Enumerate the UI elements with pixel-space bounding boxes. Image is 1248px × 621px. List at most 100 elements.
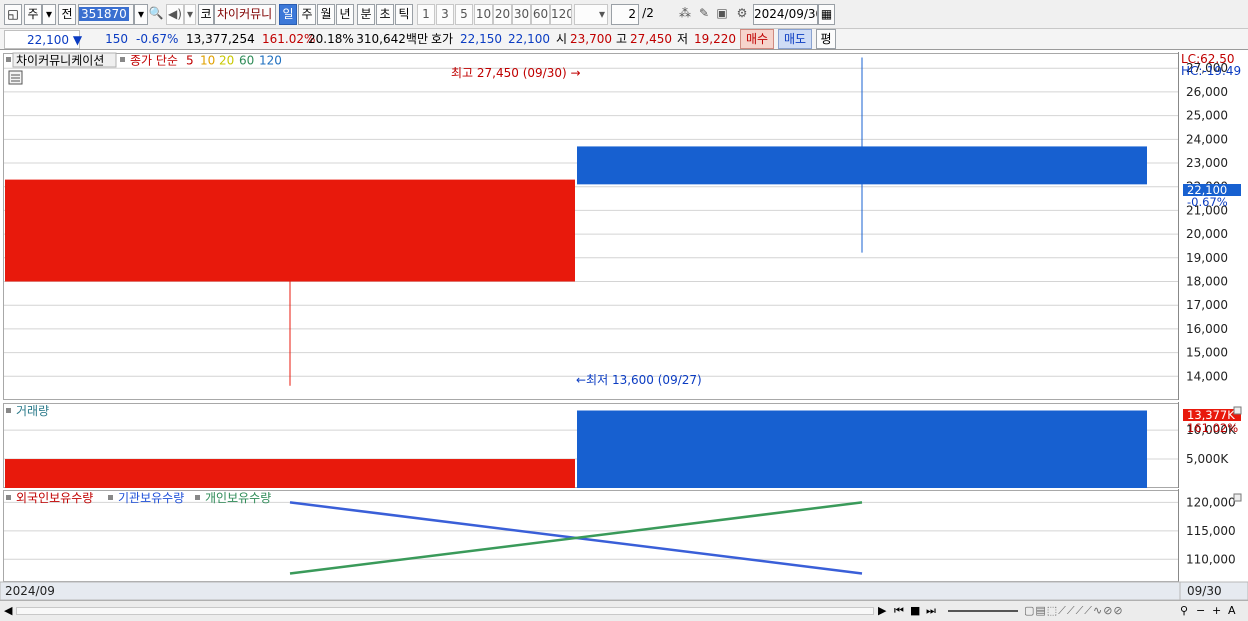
min-tab-3-label: 3	[441, 7, 449, 21]
code-dropdown-icon[interactable]: ▾	[134, 4, 148, 25]
kospi-badge: 코	[198, 4, 214, 25]
tab-second-label: 초	[379, 7, 391, 21]
change-value: 150	[105, 32, 128, 46]
min-tab-20[interactable]: 20	[493, 4, 512, 25]
scroll-left-icon[interactable]: ◀	[4, 603, 16, 619]
min-tab-120-label: 120	[551, 7, 572, 21]
min-tab-10[interactable]: 10	[474, 4, 493, 25]
kospi-label: 코	[200, 7, 212, 21]
ma-period-10[interactable]: 10	[200, 54, 215, 68]
candle-body	[5, 179, 575, 282]
gear-icon[interactable]: ⚙	[733, 4, 751, 25]
sell-button[interactable]: 매도	[778, 29, 812, 49]
tab-tick-label: 틱	[398, 7, 410, 21]
draw-tool-icon[interactable]: ✎	[695, 4, 713, 25]
drawing-tools-icon[interactable]: ▢▤⬚⟋⟋⟋⟋∿⊘⊘	[1024, 603, 1174, 619]
min-tab-20-label: 20	[494, 7, 511, 21]
save-icon[interactable]: ▣	[714, 4, 730, 25]
ma-label: 종가 단순	[130, 54, 178, 68]
scroll-right-icon[interactable]: ▶	[878, 603, 890, 619]
legend-institution[interactable]: 기관보유수량	[118, 491, 184, 505]
ma-period-120[interactable]: 120	[259, 54, 282, 68]
tab-second[interactable]: 초	[376, 4, 394, 25]
code-input[interactable]: 351870	[78, 4, 134, 25]
min-tab-120[interactable]: 120	[550, 4, 572, 25]
tab-year-label: 년	[339, 7, 351, 21]
trade-amount: 310,642백만	[356, 32, 428, 46]
layout-icon[interactable]: ◱	[4, 4, 22, 25]
legend-bullet-foreign-icon	[6, 495, 11, 500]
buy-button[interactable]: 매수	[740, 29, 774, 49]
sound-dropdown-icon[interactable]: ▾	[184, 4, 196, 25]
tab-minute[interactable]: 분	[357, 4, 375, 25]
high-annotation: 최고 27,450 (09/30) →	[451, 66, 581, 80]
min-tab-30[interactable]: 30	[512, 4, 531, 25]
volume-ratio-marker-text: 161.02%	[1187, 421, 1238, 435]
rewind-icon[interactable]: ⏮	[894, 603, 908, 619]
min-tab-60[interactable]: 60	[531, 4, 550, 25]
x-axis-end-label: 09/30	[1187, 584, 1222, 598]
x-axis-start-label: 2024/09	[5, 584, 55, 598]
holdings-y-axis: 110,000 115,000 120,000	[1186, 495, 1236, 566]
legend-individual[interactable]: 개인보유수량	[205, 491, 271, 505]
page-input[interactable]: 2	[611, 4, 639, 25]
legend-bullet-inst-icon	[108, 495, 113, 500]
scroll-track[interactable]	[16, 607, 874, 615]
chart-area: 14,000 15,000 16,000 17,000 18,000 19,000 20,0…	[0, 51, 1248, 601]
high-label: 고	[616, 32, 628, 46]
hoga-label: 호가	[431, 32, 454, 46]
low-label: 저	[677, 32, 689, 46]
min-tab-10-label: 10	[475, 7, 492, 21]
price-tick-label: 17,000	[1186, 298, 1228, 312]
volume-tick-label: 5,000K	[1186, 452, 1229, 466]
holdings-close-icon[interactable]	[1233, 493, 1242, 502]
tab-day[interactable]: 일	[279, 4, 297, 25]
forward-icon[interactable]: ⏭	[926, 603, 940, 619]
sound-icon[interactable]: ◀)	[166, 4, 184, 25]
market-select[interactable]: 주	[24, 4, 42, 25]
prev-button[interactable]: 전	[58, 4, 76, 25]
min-tab-5-label: 5	[460, 7, 468, 21]
low-value: 19,220	[694, 32, 736, 46]
magnifier-icon[interactable]: ⚲	[1180, 603, 1194, 619]
price-tick-label: 18,000	[1186, 275, 1228, 289]
compare-icon[interactable]: ⁂	[676, 4, 694, 25]
min-tab-1[interactable]: 1	[417, 4, 435, 25]
tab-tick[interactable]: 틱	[395, 4, 413, 25]
ma-period-20[interactable]: 20	[219, 54, 234, 68]
market-dropdown-icon[interactable]: ▾	[42, 4, 56, 25]
ma-period-60[interactable]: 60	[239, 54, 254, 68]
tab-year[interactable]: 년	[336, 4, 354, 25]
tab-month[interactable]: 월	[317, 4, 335, 25]
price-tick-label: 16,000	[1186, 322, 1228, 336]
custom-period-select[interactable]: ▾	[574, 4, 608, 25]
legend-bullet-indiv-icon	[195, 495, 200, 500]
high-value: 27,450	[630, 32, 672, 46]
ma-period-5[interactable]: 5	[186, 54, 194, 68]
avg-button[interactable]: 평	[816, 29, 836, 49]
custom-period-dropdown-icon: ▾	[598, 7, 605, 21]
volume-current-marker-text: 13,377K	[1187, 408, 1235, 422]
quote-bar: 22,100 ▼ 150 -0.67% 13,377,254 161.02% 2…	[0, 29, 1248, 50]
date-input[interactable]: 2024/09/30	[753, 4, 818, 25]
volume-bar	[5, 459, 575, 488]
zoom-slider[interactable]	[948, 610, 1018, 612]
x-axis-strip	[0, 581, 1181, 601]
calendar-icon[interactable]: ▦	[818, 4, 835, 25]
zoom-out-icon[interactable]: −	[1196, 603, 1208, 619]
tab-week-label: 주	[301, 7, 313, 21]
tab-week[interactable]: 주	[298, 4, 316, 25]
min-tab-1-label: 1	[422, 7, 430, 21]
legend-foreign[interactable]: 외국인보유수량	[16, 491, 93, 505]
volume-close-icon[interactable]	[1233, 406, 1242, 415]
auto-scale-icon[interactable]: A	[1228, 603, 1242, 619]
chart-background	[0, 51, 1248, 600]
stop-icon[interactable]: ■	[910, 603, 924, 619]
min-tab-5[interactable]: 5	[455, 4, 473, 25]
min-tab-3[interactable]: 3	[436, 4, 454, 25]
stock-name: 차이커뮤니	[214, 4, 276, 25]
volume-ratio: 161.02%	[262, 32, 316, 46]
data-table-icon[interactable]	[8, 70, 23, 85]
zoom-in-icon[interactable]: +	[1212, 603, 1224, 619]
search-icon[interactable]: 🔍	[148, 4, 164, 25]
